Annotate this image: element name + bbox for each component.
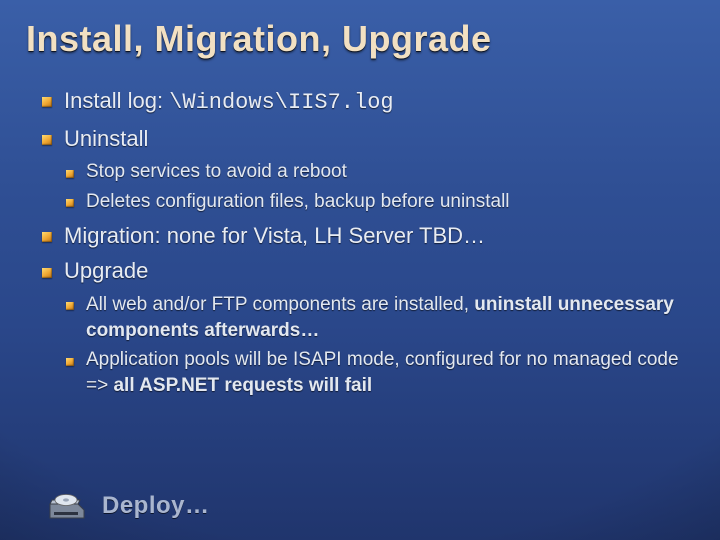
square-bullet-icon [66, 302, 74, 310]
square-bullet-icon [42, 232, 52, 242]
square-bullet-icon [42, 268, 52, 278]
text: Migration: none for Vista, LH Server TBD… [64, 223, 485, 248]
square-bullet-icon [66, 199, 74, 207]
cd-drive-icon [48, 490, 88, 522]
sub-list: Stop services to avoid a reboot Deletes … [64, 159, 690, 214]
slide-title: Install, Migration, Upgrade [26, 18, 492, 60]
text: Stop services to avoid a reboot [86, 161, 347, 182]
bullet-list: Install log: \Windows\IIS7.log Uninstall… [40, 86, 690, 405]
text: All web and/or FTP components are instal… [86, 294, 474, 315]
square-bullet-icon [66, 170, 74, 178]
list-item: All web and/or FTP components are instal… [64, 292, 690, 343]
list-item: Migration: none for Vista, LH Server TBD… [40, 221, 690, 251]
footer-label: Deploy… [102, 492, 210, 520]
sub-list: All web and/or FTP components are instal… [64, 292, 690, 399]
text-bold: all ASP.NET requests will fail [113, 375, 372, 396]
list-item: Deletes configuration files, backup befo… [64, 189, 690, 215]
list-item: Uninstall Stop services to avoid a reboo… [40, 124, 690, 215]
text: Install log: [64, 88, 169, 113]
list-item: Upgrade All web and/or FTP components ar… [40, 256, 690, 398]
text: Upgrade [64, 258, 148, 283]
code-path: \Windows\IIS7.log [169, 90, 393, 115]
text: Uninstall [64, 126, 148, 151]
square-bullet-icon [42, 135, 52, 145]
list-item: Application pools will be ISAPI mode, co… [64, 347, 690, 398]
text: Deletes configuration files, backup befo… [86, 191, 510, 212]
footer: Deploy… [48, 490, 210, 522]
square-bullet-icon [66, 358, 74, 366]
list-item: Install log: \Windows\IIS7.log [40, 86, 690, 118]
square-bullet-icon [42, 97, 52, 107]
slide: Install, Migration, Upgrade Install log:… [0, 0, 720, 540]
list-item: Stop services to avoid a reboot [64, 159, 690, 185]
